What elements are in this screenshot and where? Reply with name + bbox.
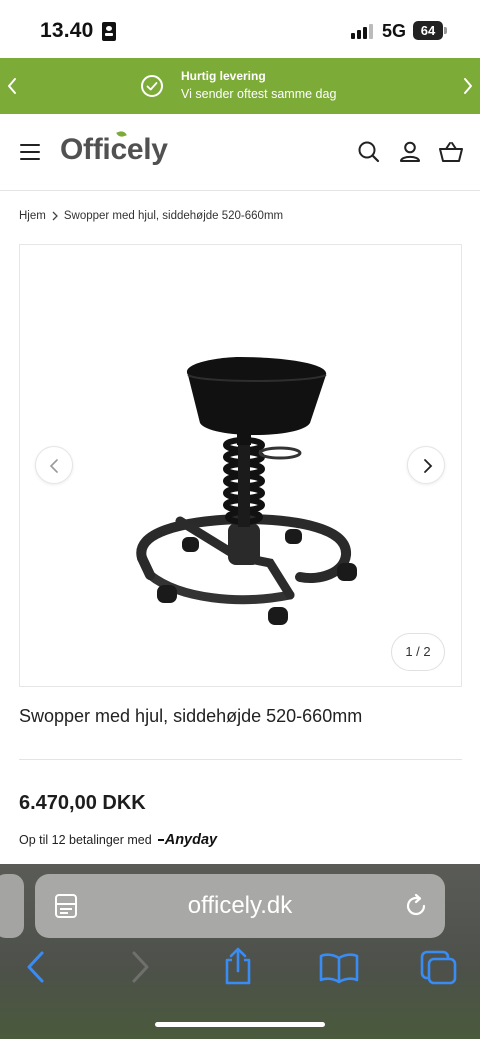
breadcrumb-current: Swopper med hjul, siddehøjde 520-660mm xyxy=(63,210,284,222)
battery-tip xyxy=(444,27,447,34)
share-icon[interactable] xyxy=(222,946,254,991)
basket-icon[interactable] xyxy=(438,140,463,164)
back-icon[interactable] xyxy=(24,950,48,989)
breadcrumb: Hjem Swopper med hjul, siddehøjde 520-66… xyxy=(19,210,283,222)
url-text[interactable]: officely.dk xyxy=(35,892,445,920)
chevron-left-icon[interactable] xyxy=(6,72,18,107)
home-indicator[interactable] xyxy=(155,1022,325,1027)
bookmarks-icon[interactable] xyxy=(319,952,359,989)
signal-icon xyxy=(351,23,375,39)
site-logo[interactable]: Officely xyxy=(60,133,168,167)
product-image xyxy=(136,357,357,625)
status-time: 13.40 xyxy=(40,19,94,42)
gallery-next-button[interactable] xyxy=(407,446,445,484)
product-gallery[interactable]: 1 / 2 xyxy=(19,244,462,687)
product-price: 6.470,00 DKK xyxy=(19,792,146,814)
tabs-icon[interactable] xyxy=(420,950,458,991)
chevron-right-icon xyxy=(424,459,433,473)
site-header: Officely xyxy=(0,114,480,191)
announcement-bar: Hurtig levering Vi sender oftest samme d… xyxy=(0,58,480,114)
product-title: Swopper med hjul, siddehøjde 520-660mm xyxy=(19,706,363,726)
chevron-right-icon xyxy=(51,210,59,222)
forward-icon[interactable] xyxy=(128,950,152,989)
divider xyxy=(19,759,462,760)
account-icon[interactable] xyxy=(398,140,422,164)
financing-text: Op til 12 betalinger med xyxy=(19,833,152,847)
search-icon[interactable] xyxy=(357,140,381,164)
id-card-icon xyxy=(102,22,116,41)
promo-subtitle: Vi sender oftest samme dag xyxy=(181,87,337,101)
financing-info: Op til 12 betalinger med Anyday xyxy=(19,832,217,848)
previous-tab-preview[interactable] xyxy=(0,874,24,938)
chevron-right-icon[interactable] xyxy=(462,72,474,107)
reload-icon[interactable] xyxy=(403,893,429,919)
gallery-prev-button[interactable] xyxy=(35,446,73,484)
browser-toolbar: officely.dk xyxy=(0,864,480,1039)
anyday-logo[interactable]: Anyday xyxy=(158,832,217,848)
menu-icon[interactable] xyxy=(20,144,40,161)
network-label: 5G xyxy=(382,21,407,41)
address-bar[interactable]: officely.dk xyxy=(35,874,445,938)
chevron-left-icon xyxy=(49,459,58,473)
battery-icon: 64 xyxy=(413,21,443,40)
checkmark-icon xyxy=(141,75,163,97)
status-bar: 13.40 5G 64 xyxy=(0,0,480,58)
breadcrumb-home[interactable]: Hjem xyxy=(19,210,46,222)
promo-title: Hurtig levering xyxy=(181,69,266,83)
gallery-counter: 1 / 2 xyxy=(391,633,445,671)
